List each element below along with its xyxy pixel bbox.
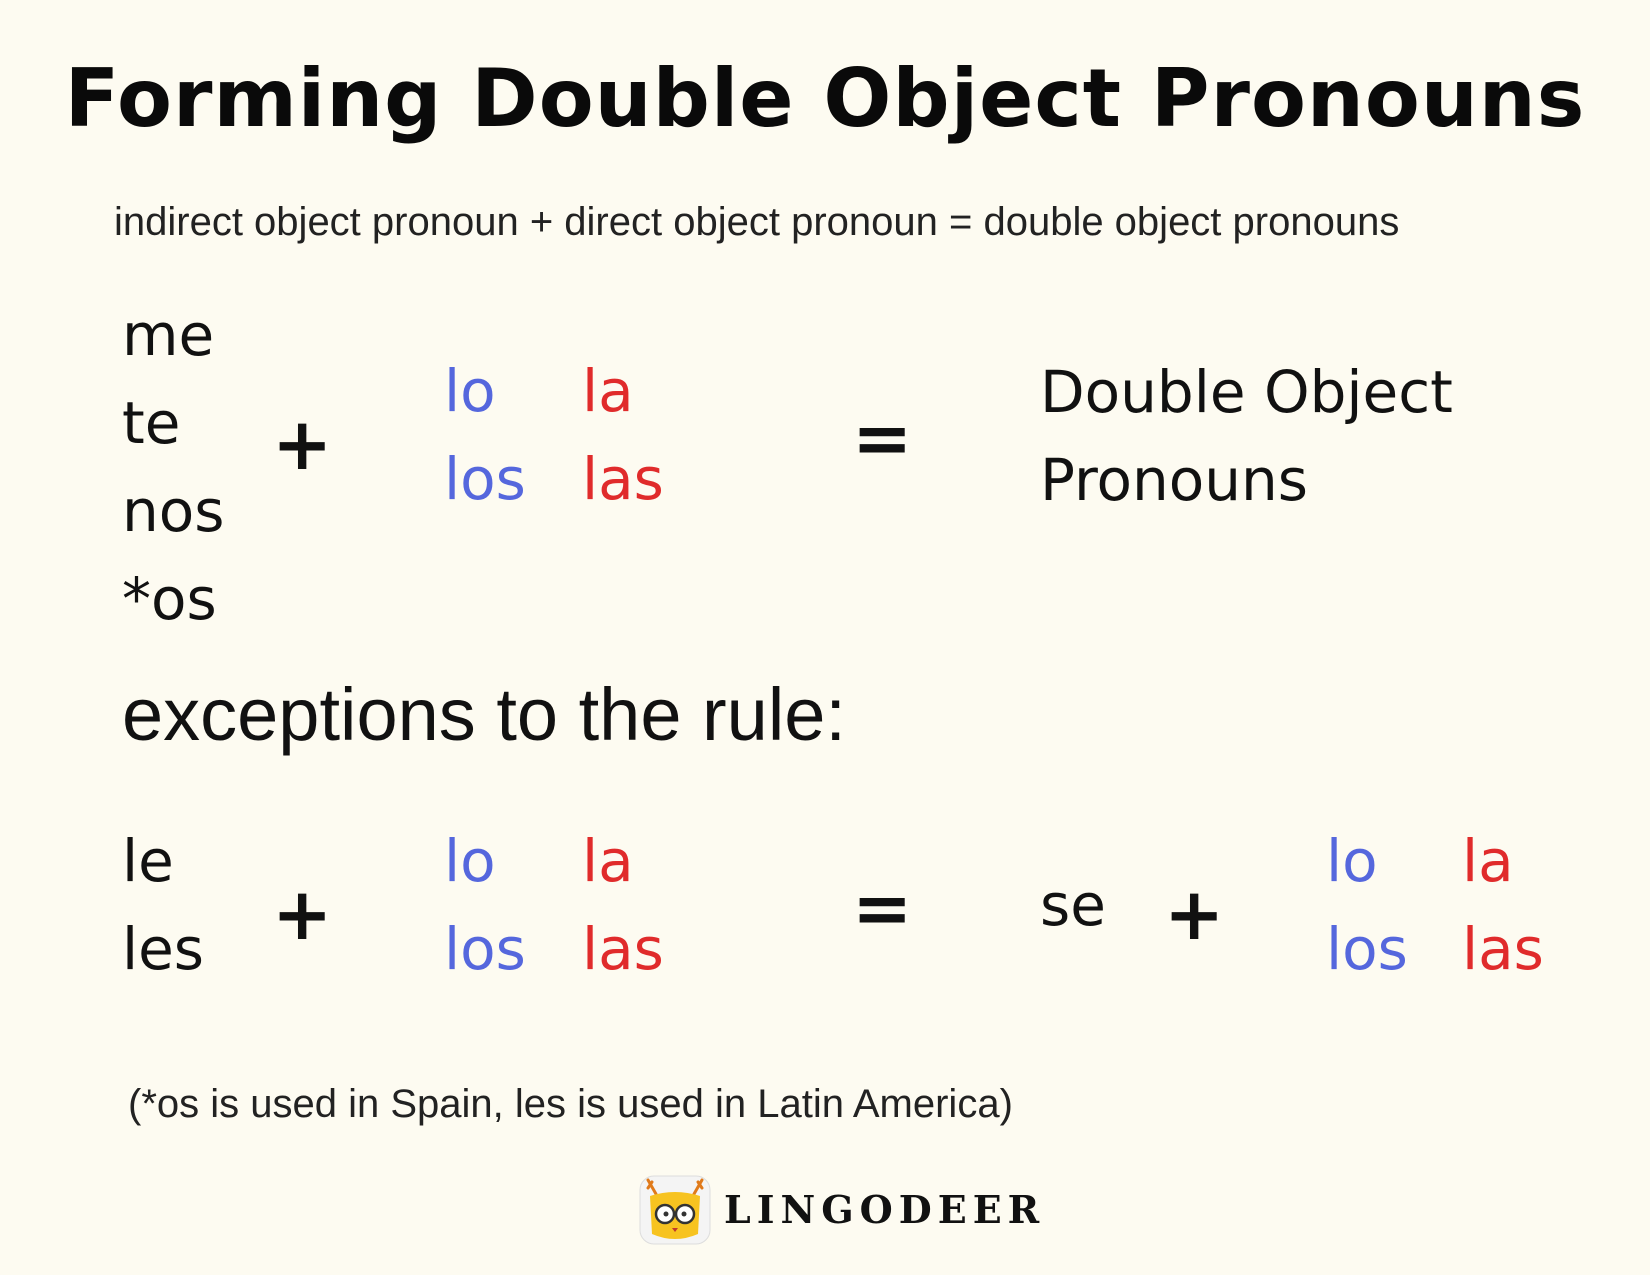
- direct-pronoun-masculine: los: [444, 445, 526, 513]
- brand-logo: LINGODEER: [638, 1172, 1045, 1246]
- brand-name: LINGODEER: [724, 1186, 1046, 1232]
- direct-pronoun-feminine: las: [582, 915, 664, 983]
- result-line: Double Object: [1040, 358, 1453, 426]
- equals-sign: =: [852, 866, 913, 950]
- deer-logo-icon: [639, 1175, 711, 1245]
- direct-pronoun-feminine: las: [582, 445, 664, 513]
- result-pronoun-feminine: las: [1462, 915, 1544, 983]
- direct-pronoun-masculine: lo: [444, 357, 496, 425]
- indirect-pronoun: *os: [122, 565, 217, 633]
- se-pronoun: se: [1040, 871, 1106, 939]
- exception-indirect-pronoun: le: [122, 827, 174, 895]
- page-title: Forming Double Object Pronouns: [64, 52, 1586, 145]
- result-pronoun-masculine: lo: [1326, 827, 1378, 895]
- direct-pronoun-masculine: los: [444, 915, 526, 983]
- indirect-pronoun: te: [122, 389, 181, 457]
- plus-sign: +: [272, 872, 333, 956]
- result-line: Pronouns: [1040, 446, 1308, 514]
- indirect-pronoun: nos: [122, 477, 225, 545]
- direct-pronoun-feminine: la: [582, 827, 634, 895]
- exception-indirect-pronoun: les: [122, 915, 205, 983]
- plus-sign: +: [1164, 872, 1225, 956]
- result-pronoun-masculine: los: [1326, 915, 1408, 983]
- equals-sign: =: [852, 396, 913, 480]
- result-pronoun-feminine: la: [1462, 827, 1514, 895]
- exceptions-heading: exceptions to the rule:: [122, 673, 846, 756]
- direct-pronoun-masculine: lo: [444, 827, 496, 895]
- footnote: (*os is used in Spain, les is used in La…: [128, 1082, 1013, 1126]
- plus-sign: +: [272, 402, 333, 486]
- formula-text: indirect object pronoun + direct object …: [114, 200, 1400, 244]
- result-text: Double Object Pronouns: [1040, 348, 1453, 524]
- indirect-pronoun: me: [122, 301, 215, 369]
- direct-pronoun-feminine: la: [582, 357, 634, 425]
